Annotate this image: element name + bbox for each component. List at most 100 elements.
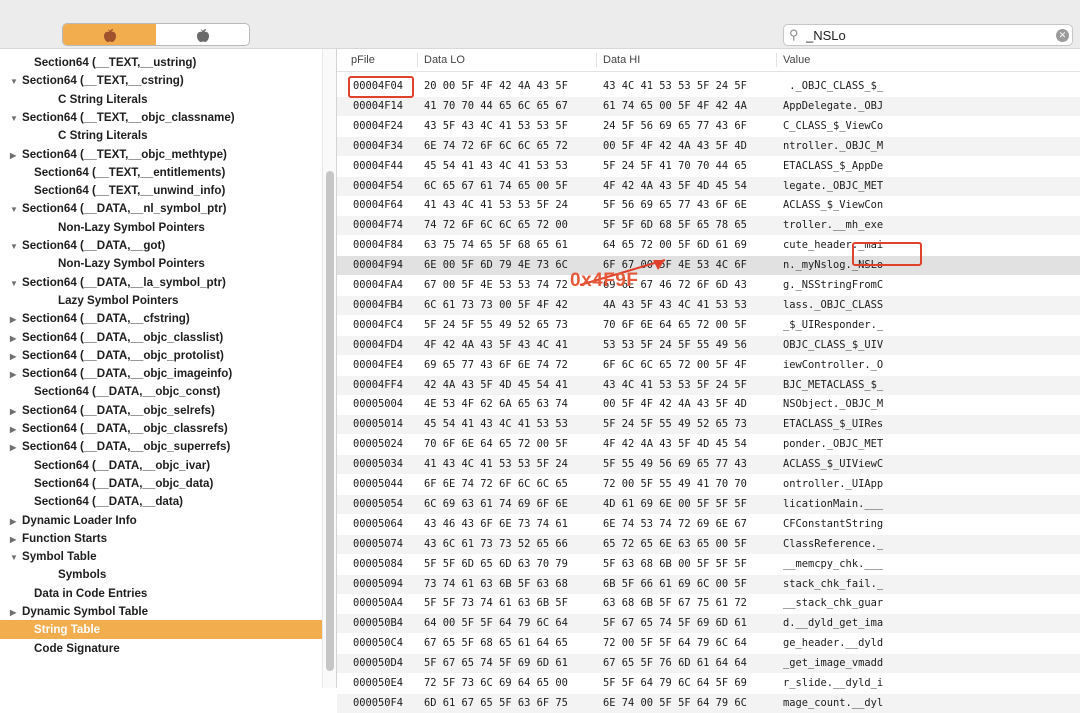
- sidebar-tree-item[interactable]: ▶ Section64 (__DATA,__objc_imageinfo): [0, 364, 322, 383]
- sidebar-tree-item[interactable]: ▼ Section64 (__DATA,__got): [0, 236, 322, 255]
- table-row[interactable]: 000050A4 5F 5F 73 74 61 63 6B 5F 63 68 6B …: [337, 594, 1080, 613]
- cell-value: C_CLASS_$_ViewCo: [783, 119, 884, 132]
- disclosure-collapsed-icon[interactable]: ▶: [10, 347, 20, 366]
- table-row[interactable]: 00004F14 41 70 70 44 65 6C 65 67 61 74 65 …: [337, 96, 1080, 116]
- disclosure-collapsed-icon[interactable]: ▶: [10, 146, 20, 165]
- table-row[interactable]: 00005044 6F 6E 74 72 6F 6C 6C 65 72 00 5F …: [337, 475, 1080, 494]
- sidebar-tree-item[interactable]: Section64 (__TEXT,__unwind_info): [0, 181, 322, 200]
- sidebar-tree-item[interactable]: C String Literals: [0, 90, 322, 109]
- sidebar-tree-item[interactable]: Non-Lazy Symbol Pointers: [0, 218, 322, 237]
- disclosure-collapsed-icon[interactable]: ▶: [10, 438, 20, 457]
- table-row[interactable]: 00005004 4E 53 4F 62 6A 65 63 74 00 5F 4F …: [337, 395, 1080, 414]
- sidebar-tree-item[interactable]: Lazy Symbol Pointers: [0, 291, 322, 310]
- sidebar-tree-item[interactable]: ▶ Dynamic Loader Info: [0, 511, 322, 530]
- sidebar-tree-item[interactable]: Code Signature: [0, 639, 322, 658]
- table-row[interactable]: 00005074 43 6C 61 73 73 52 65 66 65 72 65 …: [337, 534, 1080, 554]
- sidebar-tree-item[interactable]: ▶ Function Starts: [0, 529, 322, 548]
- sidebar-tree-item[interactable]: Section64 (__DATA,__data): [0, 492, 322, 511]
- sidebar-tree-item[interactable]: ▶ Section64 (__TEXT,__objc_methtype): [0, 145, 322, 164]
- table-row[interactable]: 00004FA4 67 00 5F 4E 53 53 74 72 69 6E 67 …: [337, 276, 1080, 295]
- sidebar-tree-item[interactable]: Section64 (__DATA,__objc_ivar): [0, 456, 322, 475]
- sidebar-scrollbar-thumb[interactable]: [326, 171, 334, 671]
- disclosure-expanded-icon[interactable]: ▼: [10, 548, 20, 567]
- search-input[interactable]: [806, 27, 1046, 43]
- sidebar-tree-item[interactable]: ▼ Section64 (__DATA,__nl_symbol_ptr): [0, 199, 322, 218]
- search-field[interactable]: ⚲ ✕: [783, 24, 1073, 46]
- sidebar-tree-item-label: Section64 (__DATA,__nl_symbol_ptr): [22, 202, 227, 216]
- sidebar-tree-item[interactable]: Section64 (__DATA,__objc_const): [0, 382, 322, 401]
- table-row[interactable]: 00005034 41 43 4C 41 53 53 5F 24 5F 55 49 …: [337, 455, 1080, 475]
- table-row[interactable]: 00004F34 6E 74 72 6F 6C 6C 65 72 00 5F 4F …: [337, 136, 1080, 156]
- table-row[interactable]: 000050C4 67 65 5F 68 65 61 64 65 72 00 5F …: [337, 634, 1080, 653]
- disclosure-expanded-icon[interactable]: ▼: [10, 237, 20, 256]
- sidebar-tree-item[interactable]: ▶ Section64 (__DATA,__cfstring): [0, 309, 322, 328]
- sidebar-tree-item[interactable]: ▶ Section64 (__DATA,__objc_classrefs): [0, 419, 322, 438]
- cell-data-lo: 41 70 70 44 65 6C 65 67: [424, 99, 568, 112]
- table-row[interactable]: 00004F84 63 75 74 65 5F 68 65 61 64 65 72 …: [337, 236, 1080, 255]
- table-row[interactable]: 00004FF4 42 4A 43 5F 4D 45 54 41 43 4C 41 …: [337, 375, 1080, 395]
- sidebar-tree-item[interactable]: ▼ Section64 (__TEXT,__objc_classname): [0, 108, 322, 127]
- sidebar-tree-item[interactable]: ▶ Section64 (__DATA,__objc_superrefs): [0, 437, 322, 456]
- sidebar-tree-item[interactable]: ▼ Symbol Table: [0, 547, 322, 566]
- table-row[interactable]: 00005054 6C 69 63 61 74 69 6F 6E 4D 61 69 …: [337, 494, 1080, 514]
- sidebar-tree-item[interactable]: ▼ Section64 (__TEXT,__cstring): [0, 71, 322, 90]
- column-header-data-hi[interactable]: Data HI: [596, 53, 640, 67]
- table-row[interactable]: 000050B4 64 00 5F 5F 64 79 6C 64 5F 67 65 …: [337, 614, 1080, 634]
- table-row[interactable]: 00004FB4 6C 61 73 73 00 5F 4F 42 4A 43 5F …: [337, 295, 1080, 315]
- cell-data-hi: 65 72 65 6E 63 65 00 5F: [603, 537, 747, 550]
- apple-icon[interactable]: [156, 24, 249, 45]
- table-row[interactable]: 00004F04 20 00 5F 4F 42 4A 43 5F 43 4C 41 …: [337, 77, 1080, 96]
- sidebar-tree-item[interactable]: Non-Lazy Symbol Pointers: [0, 254, 322, 273]
- table-row[interactable]: 00005084 5F 5F 6D 65 6D 63 70 79 5F 63 68 …: [337, 555, 1080, 574]
- sidebar-tree-item[interactable]: ▶ Section64 (__DATA,__objc_classlist): [0, 328, 322, 347]
- table-row[interactable]: 00004FD4 4F 42 4A 43 5F 43 4C 41 53 53 5F …: [337, 335, 1080, 355]
- sidebar-tree-item[interactable]: Symbols: [0, 565, 322, 584]
- table-row[interactable]: 000050F4 6D 61 67 65 5F 63 6F 75 6E 74 00 …: [337, 693, 1080, 713]
- sidebar-tree-item[interactable]: ▶ Section64 (__DATA,__objc_protolist): [0, 346, 322, 365]
- table-row[interactable]: 000050D4 5F 67 65 74 5F 69 6D 61 67 65 5F …: [337, 654, 1080, 674]
- disclosure-expanded-icon[interactable]: ▼: [10, 109, 20, 128]
- sidebar-tree-item[interactable]: ▶ Dynamic Symbol Table: [0, 602, 322, 621]
- disclosure-collapsed-icon[interactable]: ▶: [10, 402, 20, 421]
- clear-icon[interactable]: ✕: [1056, 29, 1069, 42]
- disclosure-collapsed-icon[interactable]: ▶: [10, 310, 20, 329]
- view-mode-segmented-control[interactable]: [62, 23, 250, 46]
- column-header-data-lo[interactable]: Data LO: [417, 53, 465, 67]
- disclosure-expanded-icon[interactable]: ▼: [10, 200, 20, 219]
- table-row[interactable]: 00005064 43 46 43 6F 6E 73 74 61 6E 74 53 …: [337, 515, 1080, 534]
- table-row[interactable]: 00005024 70 6F 6E 64 65 72 00 5F 4F 42 4A …: [337, 435, 1080, 454]
- sidebar-scrollbar[interactable]: [322, 49, 336, 688]
- sidebar-tree-item[interactable]: C String Literals: [0, 126, 322, 145]
- sidebar-tree-item[interactable]: String Table: [0, 620, 322, 640]
- table-row[interactable]: 00004FC4 5F 24 5F 55 49 52 65 73 70 6F 6E …: [337, 316, 1080, 335]
- column-header-pfile[interactable]: pFile: [345, 53, 375, 67]
- sidebar-tree-item[interactable]: Data in Code Entries: [0, 584, 322, 603]
- disclosure-collapsed-icon[interactable]: ▶: [10, 512, 20, 531]
- disclosure-expanded-icon[interactable]: ▼: [10, 72, 20, 91]
- sidebar-tree-item[interactable]: Section64 (__TEXT,__entitlements): [0, 163, 322, 182]
- table-row[interactable]: 00004F44 45 54 41 43 4C 41 53 53 5F 24 5F …: [337, 157, 1080, 176]
- table-row[interactable]: 00004F94 6E 00 5F 6D 79 4E 73 6C 6F 67 00 …: [337, 256, 1080, 276]
- table-row[interactable]: 00005014 45 54 41 43 4C 41 53 53 5F 24 5F …: [337, 415, 1080, 435]
- table-row[interactable]: 00004F64 41 43 4C 41 53 53 5F 24 5F 56 69 …: [337, 196, 1080, 215]
- table-row[interactable]: 00004F54 6C 65 67 61 74 65 00 5F 4F 42 4A …: [337, 176, 1080, 196]
- disclosure-collapsed-icon[interactable]: ▶: [10, 329, 20, 348]
- disclosure-expanded-icon[interactable]: ▼: [10, 274, 20, 293]
- sidebar-tree-item[interactable]: Section64 (__DATA,__objc_data): [0, 474, 322, 493]
- disclosure-collapsed-icon[interactable]: ▶: [10, 603, 20, 622]
- table-row[interactable]: 00004F24 43 5F 43 4C 41 53 53 5F 24 5F 56 …: [337, 117, 1080, 136]
- disclosure-collapsed-icon[interactable]: ▶: [10, 420, 20, 439]
- sidebar-tree-item[interactable]: ▶ Section64 (__DATA,__objc_selrefs): [0, 401, 322, 420]
- column-header-value[interactable]: Value: [776, 53, 810, 67]
- disclosure-collapsed-icon[interactable]: ▶: [10, 365, 20, 384]
- sidebar-tree-item[interactable]: Section64 (__TEXT,__ustring): [0, 53, 322, 72]
- sidebar-tree-item-label: Symbol Table: [22, 550, 97, 564]
- disclosure-collapsed-icon[interactable]: ▶: [10, 530, 20, 549]
- apple-icon[interactable]: [63, 24, 156, 45]
- table-row[interactable]: 000050E4 72 5F 73 6C 69 64 65 00 5F 5F 64 …: [337, 674, 1080, 693]
- sidebar-tree-item[interactable]: ▼ Section64 (__DATA,__la_symbol_ptr): [0, 273, 322, 292]
- table-row[interactable]: 00004F74 74 72 6F 6C 6C 65 72 00 5F 5F 6D …: [337, 216, 1080, 236]
- cell-data-lo: 43 5F 43 4C 41 53 53 5F: [424, 119, 568, 132]
- table-row[interactable]: 00005094 73 74 61 63 6B 5F 63 68 6B 5F 66 …: [337, 574, 1080, 594]
- table-row[interactable]: 00004FE4 69 65 77 43 6F 6E 74 72 6F 6C 6C …: [337, 356, 1080, 375]
